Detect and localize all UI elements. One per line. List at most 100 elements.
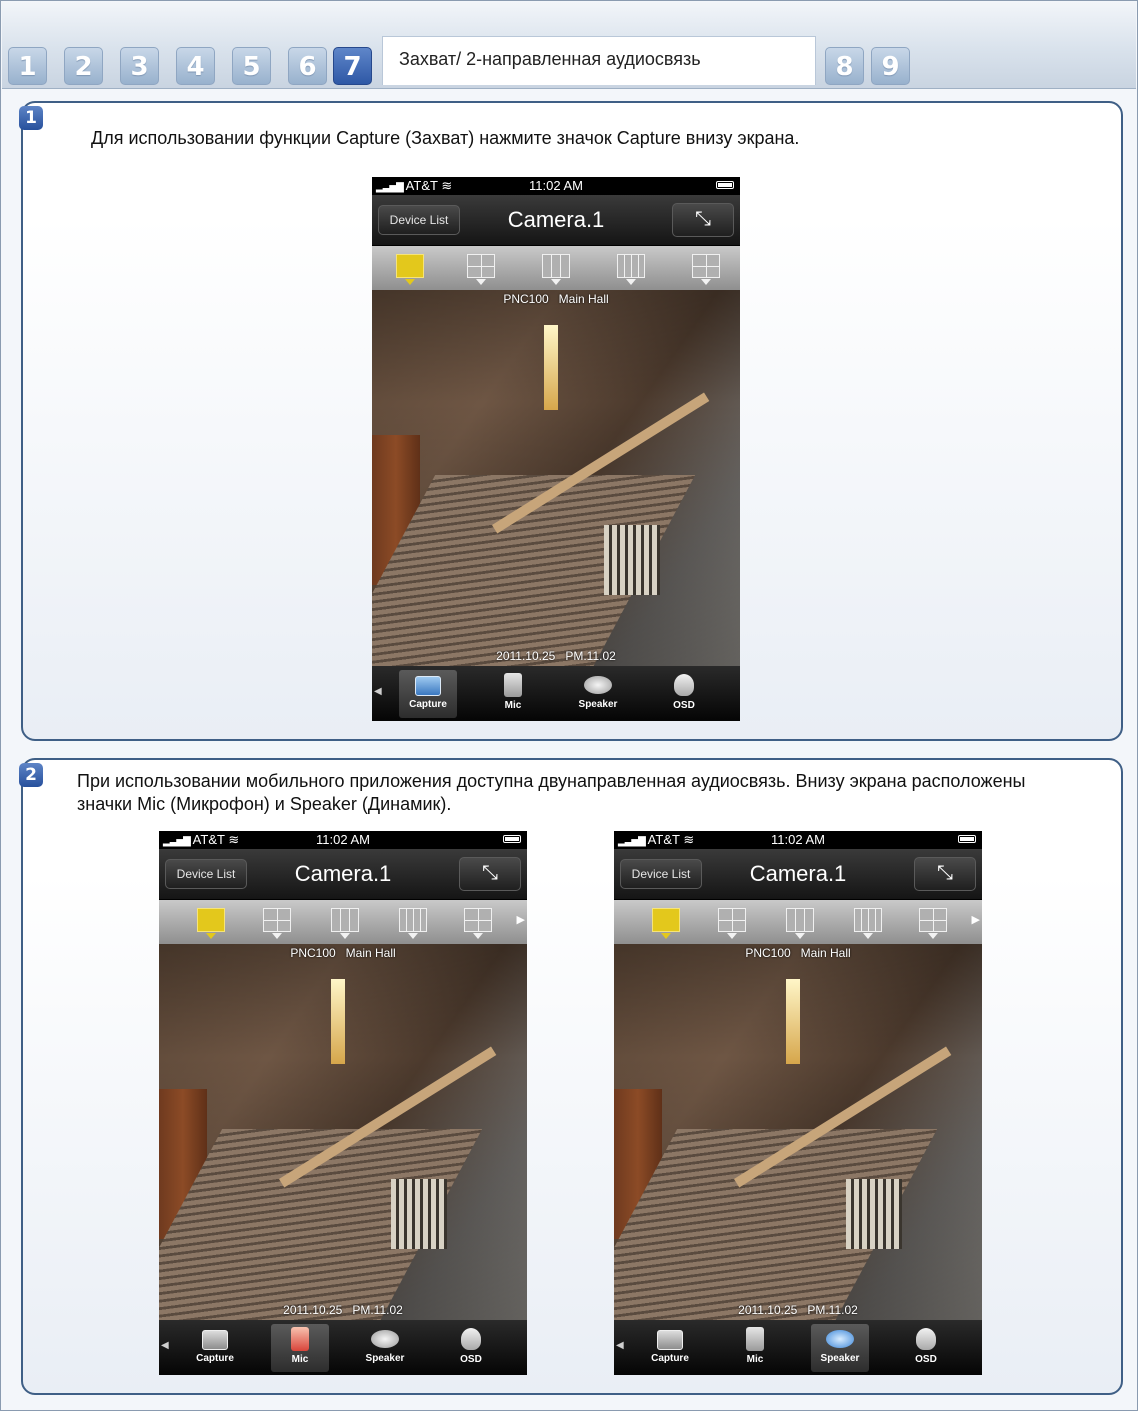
speaker-label: Speaker: [365, 1353, 405, 1364]
speaker-button[interactable]: Speaker: [356, 1324, 414, 1372]
microphone-icon: [746, 1327, 764, 1351]
osd-button[interactable]: OSD: [655, 670, 713, 718]
fullscreen-button[interactable]: ⤡: [459, 857, 521, 891]
mic-button[interactable]: Mic: [271, 1324, 329, 1372]
step-1-panel: 1 Для использовании функции Capture (Зах…: [19, 101, 1123, 741]
capture-label: Capture: [196, 1353, 234, 1364]
video-light: [786, 979, 800, 1064]
layout-9-button[interactable]: [542, 254, 570, 285]
toolbar-left-arrow-icon[interactable]: ◀: [161, 1340, 169, 1351]
layout-16-button[interactable]: [617, 254, 645, 285]
phone-screenshot-speaker: ▂▃▅▇ AT&T ≋ 11:02 AM Device List Camera.…: [614, 831, 982, 1375]
nav-bar: Device List Camera.1 ⤡: [372, 195, 740, 246]
tab-3[interactable]: 3: [120, 47, 159, 85]
layout-custom-button[interactable]: [919, 908, 947, 939]
video-light: [331, 979, 345, 1064]
capture-label: Capture: [409, 699, 447, 710]
osd-label: OSD: [915, 1354, 937, 1365]
speaker-label: Speaker: [820, 1353, 860, 1364]
layout-bar: ▶: [159, 900, 527, 944]
layout-right-arrow-icon[interactable]: ▶: [517, 913, 525, 926]
microphone-icon: [291, 1327, 309, 1351]
status-time: 11:02 AM: [771, 832, 825, 847]
status-bar: ▂▃▅▇ AT&T ≋ 11:02 AM: [372, 177, 740, 195]
toolbar-left-arrow-icon[interactable]: ◀: [616, 1340, 624, 1351]
toolbar-left-arrow-icon[interactable]: ◀: [374, 686, 382, 697]
tab-2[interactable]: 2: [64, 47, 103, 85]
tab-8[interactable]: 8: [825, 47, 864, 85]
osd-button[interactable]: OSD: [442, 1324, 500, 1372]
tab-4[interactable]: 4: [176, 47, 215, 85]
speaker-button[interactable]: Speaker: [811, 1324, 869, 1372]
mic-label: Mic: [746, 1354, 764, 1365]
osd-label: OSD: [673, 700, 695, 711]
tab-9[interactable]: 9: [871, 47, 910, 85]
bottom-toolbar: ◀ Capture Mic Speaker OSD: [372, 666, 740, 721]
tab-1[interactable]: 1: [8, 47, 47, 85]
step-2-panel: 2 При использовании мобильного приложени…: [19, 758, 1123, 1395]
layout-bar: ▶: [614, 900, 982, 944]
step-1-description: Для использовании функции Capture (Захва…: [69, 113, 903, 177]
fullscreen-button[interactable]: ⤡: [672, 203, 734, 237]
osd-button[interactable]: OSD: [897, 1324, 955, 1372]
battery-icon: [716, 181, 734, 189]
speaker-label: Speaker: [578, 699, 618, 710]
osd-icon: [674, 674, 694, 696]
mic-button[interactable]: Mic: [484, 670, 542, 718]
layout-16-button[interactable]: [854, 908, 882, 939]
camera-video[interactable]: PNC100 Main Hall 2011.10.25 PM.11.02: [159, 944, 527, 1320]
video-window: [604, 525, 660, 595]
layout-custom-button[interactable]: [692, 254, 720, 285]
layout-4-button[interactable]: [467, 254, 495, 285]
bottom-toolbar: ◀ Capture Mic Speaker OSD: [614, 1320, 982, 1375]
active-tab-title: Захват/ 2-направленная аудиосвязь: [382, 36, 816, 85]
layout-4-button[interactable]: [718, 908, 746, 939]
layout-custom-button[interactable]: [464, 908, 492, 939]
layout-9-button[interactable]: [331, 908, 359, 939]
capture-button[interactable]: Capture: [186, 1324, 244, 1372]
battery-icon: [958, 835, 976, 843]
step-number-badge: 2: [19, 763, 43, 787]
status-time: 11:02 AM: [529, 178, 583, 193]
video-osd-bottom: 2011.10.25 PM.11.02: [283, 1303, 403, 1317]
capture-button[interactable]: Capture: [399, 670, 457, 718]
video-osd-top: PNC100 Main Hall: [503, 292, 609, 306]
layout-1-button[interactable]: [652, 908, 680, 939]
capture-label: Capture: [651, 1353, 689, 1364]
layout-1-button[interactable]: [396, 254, 424, 285]
layout-4-button[interactable]: [263, 908, 291, 939]
capture-button[interactable]: Capture: [641, 1324, 699, 1372]
nav-bar: Device List Camera.1 ⤡: [614, 849, 982, 900]
speaker-icon: [584, 676, 612, 694]
fullscreen-button[interactable]: ⤡: [914, 857, 976, 891]
video-light: [544, 325, 558, 410]
camera-icon: [415, 676, 441, 696]
speaker-button[interactable]: Speaker: [569, 670, 627, 718]
tab-5[interactable]: 5: [232, 47, 271, 85]
battery-icon: [503, 835, 521, 843]
speaker-icon: [826, 1330, 854, 1348]
layout-1-button[interactable]: [197, 908, 225, 939]
speaker-icon: [371, 1330, 399, 1348]
status-time: 11:02 AM: [316, 832, 370, 847]
video-window: [391, 1179, 447, 1249]
layout-9-button[interactable]: [786, 908, 814, 939]
tab-6[interactable]: 6: [288, 47, 327, 85]
camera-video[interactable]: PNC100 Main Hall 2011.10.25 PM.11.02: [614, 944, 982, 1320]
camera-video[interactable]: PNC100 Main Hall 2011.10.25 PM.11.02: [372, 290, 740, 666]
step-2-description: При использовании мобильного приложения …: [59, 768, 1061, 826]
tab-7[interactable]: 7: [333, 47, 372, 85]
camera-icon: [657, 1330, 683, 1350]
osd-icon: [916, 1328, 936, 1350]
video-osd-bottom: 2011.10.25 PM.11.02: [496, 649, 616, 663]
mic-button[interactable]: Mic: [726, 1324, 784, 1372]
bottom-toolbar: ◀ Capture Mic Speaker OSD: [159, 1320, 527, 1375]
status-bar: ▂▃▅▇ AT&T ≋ 11:02 AM: [614, 831, 982, 849]
camera-icon: [202, 1330, 228, 1350]
layout-right-arrow-icon[interactable]: ▶: [972, 913, 980, 926]
video-osd-top: PNC100 Main Hall: [745, 946, 851, 960]
layout-bar: [372, 246, 740, 290]
collapse-arrows-icon: ⤡: [482, 862, 498, 884]
layout-16-button[interactable]: [399, 908, 427, 939]
nav-bar: Device List Camera.1 ⤡: [159, 849, 527, 900]
